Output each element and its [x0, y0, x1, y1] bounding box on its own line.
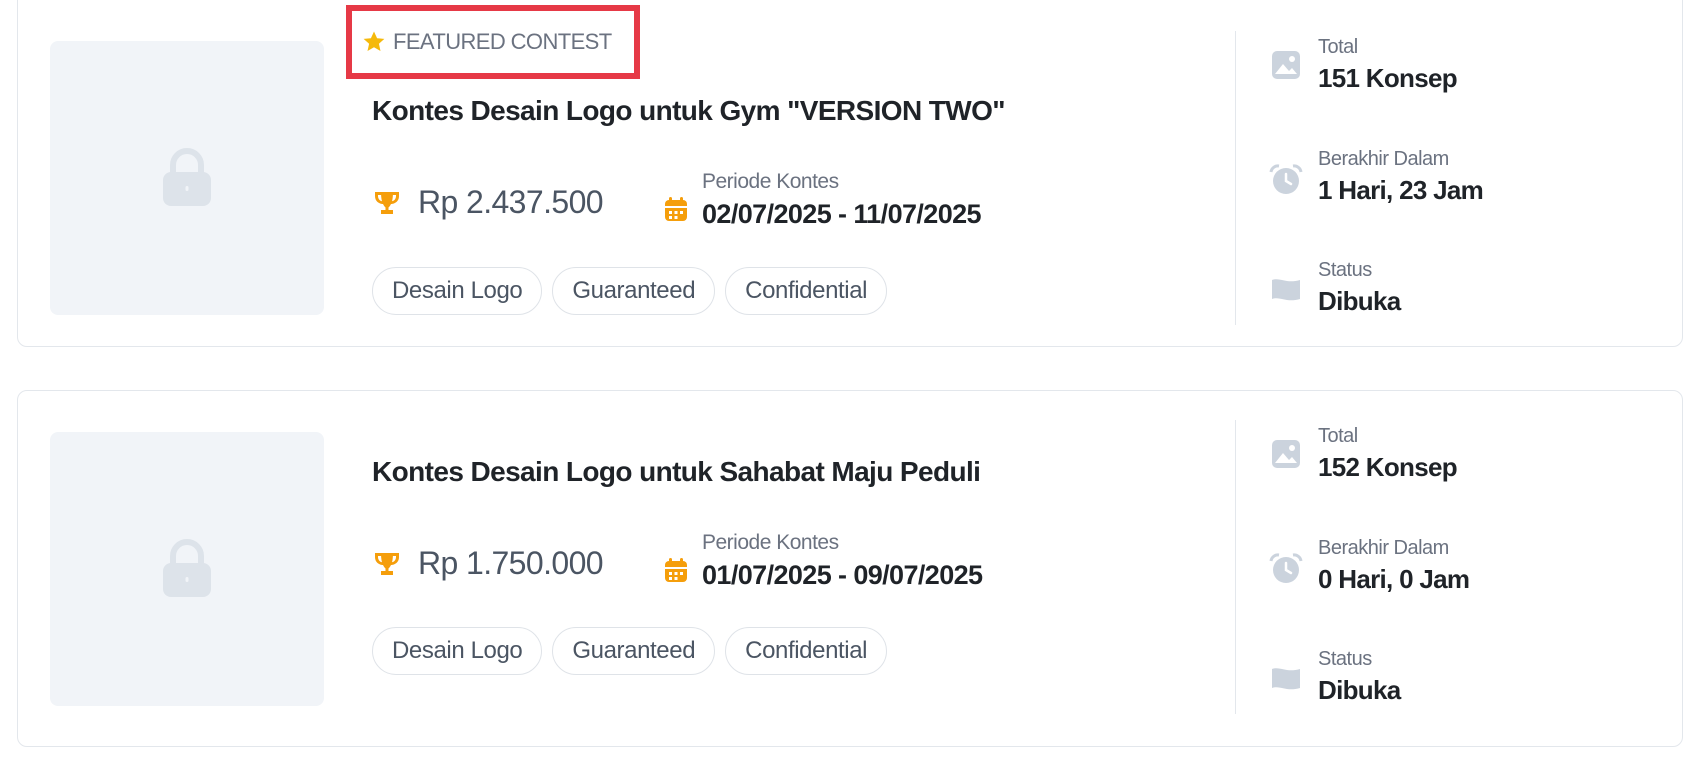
prize-amount: Rp 1.750.000: [418, 545, 604, 581]
featured-contest-badge: FEATURED CONTEST: [346, 5, 640, 79]
contest-stats: Total 152 Konsep Berakhir Dalam 0 Hari, …: [1266, 391, 1646, 746]
contest-stats: Total 151 Konsep Berakhir Dalam 1 Hari, …: [1266, 0, 1646, 346]
tag-chip[interactable]: Guaranteed: [552, 267, 716, 315]
calendar-icon: [665, 197, 687, 221]
vertical-divider: [1235, 420, 1236, 714]
contest-title[interactable]: Kontes Desain Logo untuk Sahabat Maju Pe…: [372, 456, 981, 488]
contest-thumbnail[interactable]: [50, 432, 324, 706]
contest-title[interactable]: Kontes Desain Logo untuk Gym "VERSION TW…: [372, 95, 1006, 127]
ends-label: Berakhir Dalam: [1318, 148, 1449, 170]
flag-icon: [1272, 279, 1300, 301]
status-value: Dibuka: [1318, 286, 1401, 316]
tag-chip[interactable]: Confidential: [725, 627, 888, 675]
stat-total: Total 151 Konsep: [1266, 36, 1458, 94]
contest-tags: Desain Logo Guaranteed Confidential: [372, 627, 888, 675]
lock-icon: [163, 539, 211, 597]
star-icon: [363, 31, 385, 51]
total-value: 152 Konsep: [1318, 452, 1458, 482]
stat-total: Total 152 Konsep: [1266, 425, 1458, 483]
stat-ends-in: Berakhir Dalam 0 Hari, 0 Jam: [1266, 537, 1470, 595]
tag-chip[interactable]: Desain Logo: [372, 267, 543, 315]
lock-icon: [163, 148, 211, 206]
contest-thumbnail[interactable]: [50, 41, 324, 315]
contest-prize: Rp 2.437.500: [372, 184, 604, 221]
contest-prize: Rp 1.750.000: [372, 545, 604, 582]
contest-period: Periode Kontes 02/07/2025 - 11/07/2025: [664, 170, 982, 230]
total-label: Total: [1318, 36, 1358, 58]
trophy-icon: [375, 552, 399, 575]
contest-period: Periode Kontes 01/07/2025 - 09/07/2025: [664, 531, 983, 591]
tag-chip[interactable]: Guaranteed: [552, 627, 716, 675]
tag-chip[interactable]: Desain Logo: [372, 627, 543, 675]
image-icon: [1272, 440, 1300, 468]
contest-card[interactable]: Kontes Desain Logo untuk Sahabat Maju Pe…: [17, 390, 1683, 747]
stat-status: Status Dibuka: [1266, 648, 1401, 706]
stat-status: Status Dibuka: [1266, 259, 1401, 317]
tag-chip[interactable]: Confidential: [725, 267, 888, 315]
alarm-clock-icon: [1269, 553, 1303, 583]
ends-label: Berakhir Dalam: [1318, 537, 1449, 559]
trophy-icon: [375, 191, 399, 214]
period-value: 02/07/2025 - 11/07/2025: [702, 199, 982, 229]
contest-tags: Desain Logo Guaranteed Confidential: [372, 267, 888, 315]
ends-value: 1 Hari, 23 Jam: [1318, 175, 1484, 205]
total-label: Total: [1318, 425, 1358, 447]
total-value: 151 Konsep: [1318, 63, 1458, 93]
status-label: Status: [1318, 648, 1372, 670]
image-icon: [1272, 51, 1300, 79]
featured-label: FEATURED CONTEST: [393, 29, 612, 54]
period-value: 01/07/2025 - 09/07/2025: [702, 560, 983, 590]
prize-amount: Rp 2.437.500: [418, 184, 604, 220]
flag-icon: [1272, 668, 1300, 690]
ends-value: 0 Hari, 0 Jam: [1318, 564, 1470, 594]
vertical-divider: [1235, 31, 1236, 325]
stat-ends-in: Berakhir Dalam 1 Hari, 23 Jam: [1266, 148, 1484, 206]
contest-card[interactable]: FEATURED CONTEST Kontes Desain Logo untu…: [17, 0, 1683, 347]
calendar-icon: [665, 558, 687, 582]
status-label: Status: [1318, 259, 1372, 281]
status-value: Dibuka: [1318, 675, 1401, 705]
period-label: Periode Kontes: [702, 170, 839, 193]
period-label: Periode Kontes: [702, 531, 839, 554]
alarm-clock-icon: [1269, 164, 1303, 194]
